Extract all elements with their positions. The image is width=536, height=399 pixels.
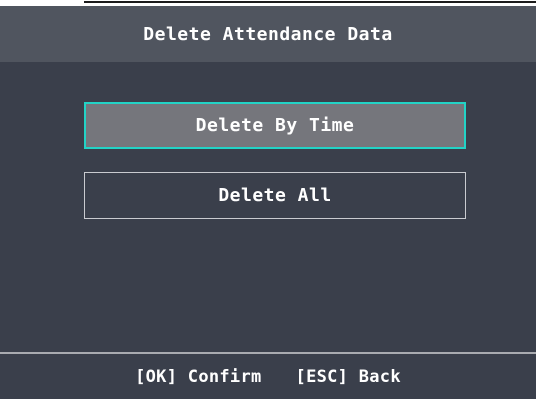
dialog-title: Delete Attendance Data [0, 6, 536, 62]
top-divider-line [84, 1, 536, 3]
delete-all-button[interactable]: Delete All [84, 172, 466, 219]
footer-hints: [OK] Confirm [ESC] Back [0, 354, 536, 399]
device-screen: Delete Attendance Data Delete By Time De… [0, 0, 536, 399]
ok-confirm-hint[interactable]: [OK] Confirm [135, 367, 261, 387]
delete-attendance-dialog: Delete Attendance Data Delete By Time De… [0, 6, 536, 399]
esc-back-hint[interactable]: [ESC] Back [296, 367, 401, 387]
delete-by-time-button[interactable]: Delete By Time [84, 102, 466, 149]
